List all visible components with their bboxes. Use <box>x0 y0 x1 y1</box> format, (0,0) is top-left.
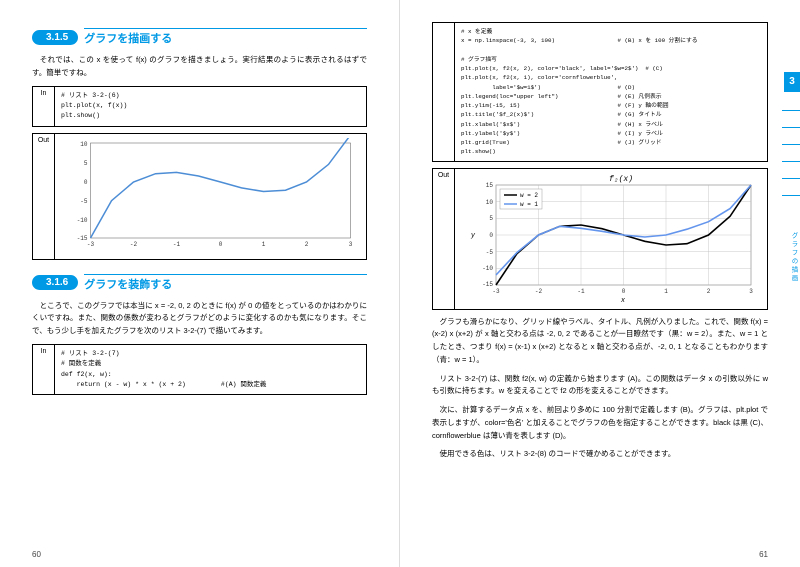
section-header-316: 3.1.6 グラフを装飾する <box>32 274 367 292</box>
code-out-1: Out 1050 -5-10-15 -3-2-1 0123 <box>32 133 367 260</box>
svg-text:2: 2 <box>305 241 309 248</box>
code-label-in: In <box>33 87 55 126</box>
code-label-blank <box>433 23 455 161</box>
section-number: 3.1.6 <box>32 275 78 290</box>
code-in-1: In # リスト 3-2-(6) plt.plot(x, f(x)) plt.s… <box>32 86 367 127</box>
svg-text:-10: -10 <box>77 217 88 224</box>
svg-text:10: 10 <box>80 141 88 148</box>
page-right: # x を定義 x = np.linspace(-3, 3, 100) # (B… <box>400 0 800 567</box>
svg-text:w = 1: w = 1 <box>520 201 538 208</box>
section-number: 3.1.5 <box>32 30 78 45</box>
page-number: 60 <box>32 550 41 559</box>
page-number: 61 <box>759 550 768 559</box>
code-label-in: In <box>33 345 55 395</box>
code-in-2: In # リスト 3-2-(7) # 関数を定義 def f2(x, w): r… <box>32 344 367 396</box>
code-label-out: Out <box>33 134 55 259</box>
paragraph: リスト 3-2-(7) は、関数 f2(x, w) の定義から始まります (A)… <box>432 373 768 399</box>
svg-text:0: 0 <box>489 232 493 239</box>
paragraph: それでは、この x を使って f(x) のグラフを描きましょう。実行結果のように… <box>32 54 367 80</box>
svg-text:1: 1 <box>262 241 266 248</box>
code-body: # リスト 3-2-(6) plt.plot(x, f(x)) plt.show… <box>55 87 366 126</box>
paragraph: 使用できる色は、リスト 3-2-(8) のコードで確かめることができます。 <box>432 448 768 461</box>
svg-text:2: 2 <box>707 288 711 295</box>
section-header-315: 3.1.5 グラフを描画する <box>32 28 367 46</box>
svg-text:10: 10 <box>486 199 494 206</box>
svg-text:3: 3 <box>349 241 353 248</box>
svg-text:x: x <box>620 297 626 303</box>
svg-text:15: 15 <box>486 182 494 189</box>
svg-text:3: 3 <box>749 288 753 295</box>
svg-text:-2: -2 <box>535 288 543 295</box>
svg-text:0: 0 <box>219 241 223 248</box>
code-in-continued: # x を定義 x = np.linspace(-3, 3, 100) # (B… <box>432 22 768 162</box>
code-body: # リスト 3-2-(7) # 関数を定義 def f2(x, w): retu… <box>55 345 366 395</box>
svg-text:-3: -3 <box>87 241 95 248</box>
paragraph: ところで、このグラフでは本当に x = -2, 0, 2 のときに f(x) が… <box>32 300 367 338</box>
svg-text:-5: -5 <box>486 249 494 256</box>
svg-text:-10: -10 <box>482 265 493 272</box>
svg-text:1: 1 <box>664 288 668 295</box>
svg-text:-2: -2 <box>130 241 138 248</box>
code-out-2: Out f₂(x) 151050-5-10-15 -3-2-10123 x y <box>432 168 768 310</box>
svg-text:w = 2: w = 2 <box>520 192 538 199</box>
svg-text:f₂(x): f₂(x) <box>609 175 633 184</box>
code-body: # x を定義 x = np.linspace(-3, 3, 100) # (B… <box>455 23 767 161</box>
chart-output-2: f₂(x) 151050-5-10-15 -3-2-10123 x y <box>455 169 767 309</box>
section-title: グラフを装飾する <box>84 274 367 292</box>
paragraph: グラフも滑らかになり、グリッド線やラベル、タイトル、凡例が入りました。これで、関… <box>432 316 768 367</box>
svg-text:5: 5 <box>84 160 88 167</box>
chapter-thumb: 3 <box>784 72 800 92</box>
chart-output-1: 1050 -5-10-15 -3-2-1 0123 <box>55 134 366 259</box>
edge-guides <box>782 110 800 212</box>
svg-text:5: 5 <box>489 215 493 222</box>
page-left: 3.1.5 グラフを描画する それでは、この x を使って f(x) のグラフを… <box>0 0 400 567</box>
svg-text:0: 0 <box>84 179 88 186</box>
svg-text:-5: -5 <box>80 198 88 205</box>
side-tab-label: グラフの描画 <box>788 232 798 283</box>
code-label-out: Out <box>433 169 455 309</box>
svg-text:-1: -1 <box>577 288 585 295</box>
svg-text:-3: -3 <box>492 288 500 295</box>
section-title: グラフを描画する <box>84 28 367 46</box>
svg-text:-1: -1 <box>173 241 181 248</box>
paragraph: 次に、計算するデータ点 x を、前回より多めに 100 分割で定義します (B)… <box>432 404 768 442</box>
svg-text:-15: -15 <box>482 281 493 288</box>
svg-text:y: y <box>470 232 476 240</box>
svg-text:0: 0 <box>622 288 626 295</box>
